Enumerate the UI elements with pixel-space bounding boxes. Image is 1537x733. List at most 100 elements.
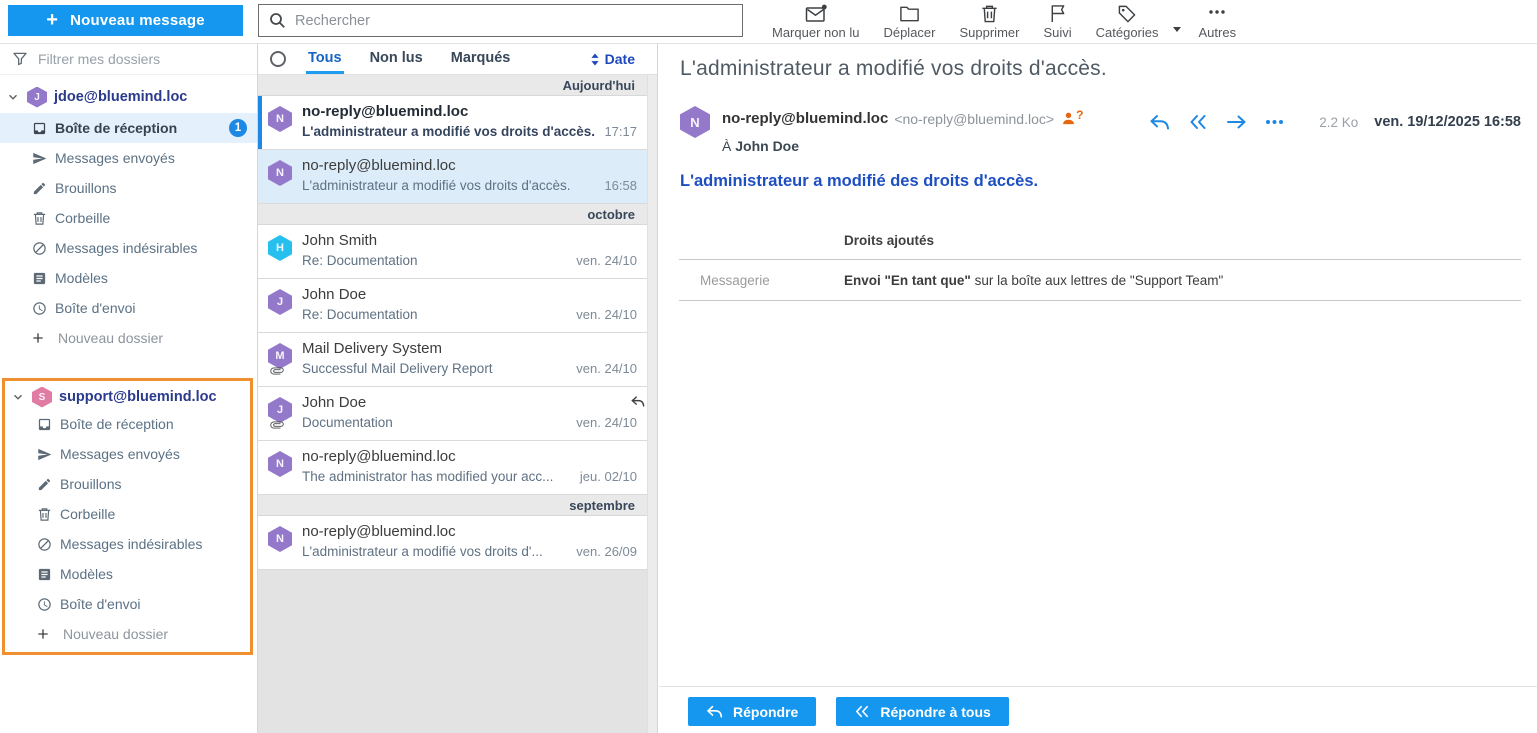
message-toolbar: Marquer non lu Déplacer Supprimer Suivi … [760,0,1248,44]
folder-filter-input[interactable] [38,51,245,67]
reply-all-button-label: Répondre à tous [880,704,990,720]
avatar: N [268,451,292,477]
message-row[interactable]: J John Doe Re: Documentation ven. 24/10 [258,279,657,333]
sidebar-item-inbox[interactable]: Boîte de réception 1 [0,113,257,143]
blocked-icon [37,537,52,552]
reply-all-button[interactable]: Répondre à tous [836,697,1008,726]
sidebar-item-label: Messages indésirables [60,536,202,552]
sidebar-item-outbox[interactable]: Boîte d'envoi [0,293,257,323]
rights-value-bold: Envoi "En tant que" [844,273,971,288]
message-sender: no-reply@bluemind.loc [302,157,637,174]
move-button[interactable]: Déplacer [871,2,947,42]
group-header-today: Aujourd'hui [258,75,657,96]
select-all-checkbox[interactable] [270,51,286,67]
sidebar-item-label: Boîte de réception [55,120,177,136]
plus-icon: + [46,10,58,30]
account-email: support@bluemind.loc [59,389,217,405]
sidebar-item-templates-support[interactable]: Modèles [5,559,250,589]
search-input[interactable] [295,13,732,29]
avatar: N [680,106,710,138]
more-actions-label: Autres [1199,25,1237,40]
paper-plane-icon [32,151,47,166]
message-subject: L'administrateur a modifié vos droits d'… [302,178,571,193]
sidebar-item-trash[interactable]: Corbeille [0,203,257,233]
chevron-down-icon[interactable] [11,390,25,404]
flag-button[interactable]: Suivi [1031,2,1083,42]
new-message-button[interactable]: + Nouveau message [8,5,243,36]
message-row[interactable]: M Mail Delivery System Successful Mail D… [258,333,657,387]
categories-dropdown-caret[interactable] [1173,27,1181,32]
sidebar-item-trash-support[interactable]: Corbeille [5,499,250,529]
inbox-icon [37,417,52,432]
paper-plane-icon [37,447,52,462]
tab-unread[interactable]: Non lus [368,44,425,74]
more-actions-button[interactable]: Autres [1187,2,1249,42]
rights-value: Envoi "En tant que" sur la boîte aux let… [844,273,1223,288]
reply-button[interactable]: Répondre [688,697,816,726]
message-row[interactable]: N no-reply@bluemind.loc The administrato… [258,441,657,495]
message-subject: Re: Documentation [302,307,418,322]
sidebar-item-drafts[interactable]: Brouillons [0,173,257,203]
funnel-icon [12,51,28,67]
message-subject: Documentation [302,415,393,430]
sidebar-item-junk[interactable]: Messages indésirables [0,233,257,263]
reply-icon[interactable] [1140,110,1179,134]
message-time: ven. 24/10 [568,253,637,268]
tab-flagged[interactable]: Marqués [449,44,513,74]
tab-all[interactable]: Tous [306,44,344,74]
clock-icon [32,301,47,316]
sidebar-item-junk-support[interactable]: Messages indésirables [5,529,250,559]
message-time: ven. 26/09 [568,544,637,559]
unknown-contact-icon[interactable]: ? [1062,112,1083,125]
forward-icon[interactable] [1217,110,1256,134]
sidebar-item-label: Modèles [60,566,113,582]
message-list: Tous Non lus Marqués Date Aujourd'hui N … [258,44,658,733]
replied-arrow-icon [631,396,645,407]
account-header-jdoe[interactable]: J jdoe@bluemind.loc [0,85,257,109]
avatar: J [268,289,292,315]
message-sender: John Doe [302,394,637,411]
sidebar-item-templates[interactable]: Modèles [0,263,257,293]
more-icon [1207,4,1227,23]
sidebar-item-inbox-support[interactable]: Boîte de réception [5,409,250,439]
message-time: ven. 24/10 [568,415,637,430]
categories-button[interactable]: Catégories [1084,2,1171,42]
sidebar-item-sent-support[interactable]: Messages envoyés [5,439,250,469]
folder-filter[interactable] [0,44,257,75]
avatar: H [268,235,292,261]
message-sender: John Doe [302,286,637,303]
sidebar-item-label: Messages envoyés [60,446,180,462]
search-bar[interactable] [258,4,743,37]
move-label: Déplacer [883,25,935,40]
message-list-scrollbar[interactable] [647,75,657,733]
message-subject: L'administrateur a modifié vos droits d'… [302,544,543,559]
message-row[interactable]: J John Doe Documentation ven. 24/10 [258,387,657,441]
tag-icon [1117,4,1137,23]
message-row[interactable]: N no-reply@bluemind.loc L'administrateur… [258,96,657,150]
new-folder-button-support[interactable]: Nouveau dossier [5,619,250,649]
message-sender: Mail Delivery System [302,340,637,357]
sidebar-item-outbox-support[interactable]: Boîte d'envoi [5,589,250,619]
footer-divider [659,686,1537,687]
new-folder-label: Nouveau dossier [58,330,163,346]
blocked-icon [32,241,47,256]
sort-by-date-control[interactable]: Date [590,44,657,74]
message-row[interactable]: N no-reply@bluemind.loc L'administrateur… [258,516,657,570]
mark-unread-button[interactable]: Marquer non lu [760,2,871,42]
account-header-support[interactable]: S support@bluemind.loc [5,385,250,409]
unread-count-badge: 1 [229,119,247,137]
chevron-down-icon[interactable] [6,90,20,104]
sidebar-item-label: Brouillons [55,180,116,196]
search-icon [269,12,286,29]
sidebar-item-drafts-support[interactable]: Brouillons [5,469,250,499]
new-message-label: Nouveau message [70,12,205,29]
document-icon [37,567,52,582]
new-folder-button[interactable]: Nouveau dossier [0,323,257,353]
more-options-icon[interactable] [1256,115,1293,129]
message-row[interactable]: H John Smith Re: Documentation ven. 24/1… [258,225,657,279]
message-subject: L'administrateur a modifié vos droits d'… [302,124,595,139]
delete-button[interactable]: Supprimer [947,2,1031,42]
reply-all-icon[interactable] [1179,110,1217,134]
sidebar-item-sent[interactable]: Messages envoyés [0,143,257,173]
message-row[interactable]: N no-reply@bluemind.loc L'administrateur… [258,150,657,204]
